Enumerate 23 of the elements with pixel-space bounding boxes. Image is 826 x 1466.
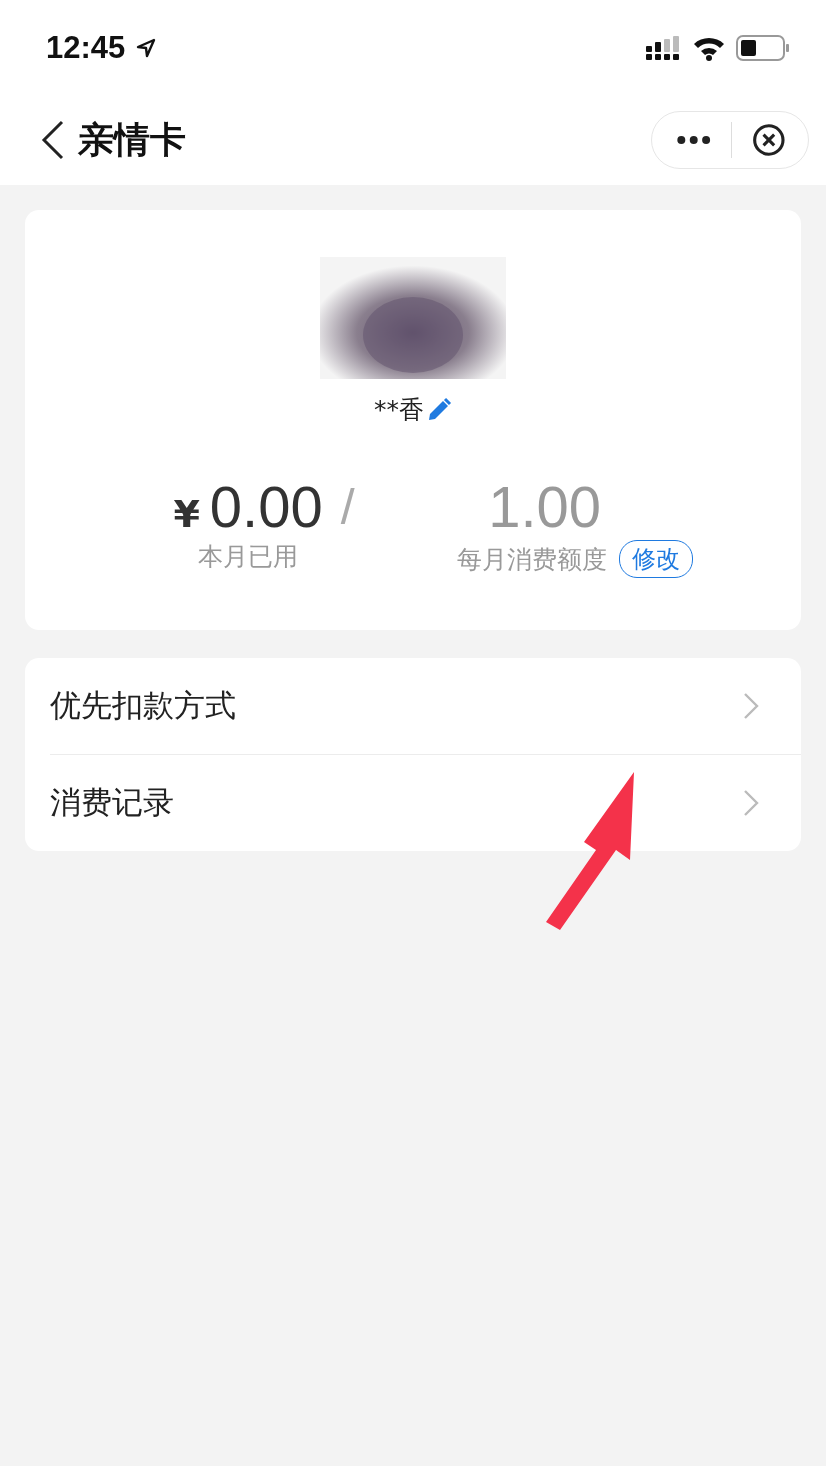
more-icon[interactable] [676, 134, 712, 146]
chevron-icon [743, 692, 759, 720]
page-title: 亲情卡 [78, 117, 186, 162]
back-icon[interactable] [40, 120, 66, 160]
menu-label: 消费记录 [50, 783, 174, 822]
close-icon[interactable] [752, 121, 786, 159]
used-label: 本月已用 [198, 541, 299, 573]
edit-button[interactable]: 修改 [618, 540, 693, 578]
status-time: 12:45 [46, 29, 126, 66]
limit-amount: 1.00 [488, 474, 602, 540]
limit-label: 每月消费额度 [456, 543, 607, 576]
member-name: **香 [374, 394, 424, 426]
menu-item[interactable]: 优先扣款方式 [50, 658, 801, 755]
chevron-icon [743, 789, 759, 817]
separator-slash: / [340, 478, 355, 537]
menu-item[interactable]: 消费记录 [50, 755, 801, 851]
battery-icon [736, 34, 790, 61]
menu-label: 优先扣款方式 [50, 686, 236, 725]
signal-icon [646, 35, 682, 60]
pencil-icon[interactable] [426, 396, 452, 423]
location-arrow-icon [135, 36, 158, 59]
used-amount: 0.00 [209, 474, 323, 540]
currency-symbol: ¥ [173, 492, 200, 536]
